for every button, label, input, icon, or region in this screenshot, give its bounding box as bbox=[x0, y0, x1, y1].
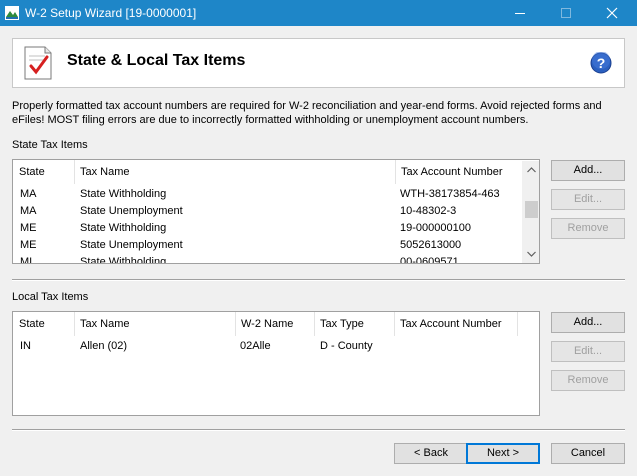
description-text: Properly formatted tax account numbers a… bbox=[12, 100, 602, 126]
tax-name-cell[interactable]: Allen (02) bbox=[80, 340, 127, 352]
app-logo-icon bbox=[5, 6, 19, 20]
next-button[interactable]: Next > bbox=[466, 443, 540, 464]
column-header-state[interactable]: State bbox=[13, 312, 75, 336]
state-remove-button[interactable]: Remove bbox=[551, 218, 625, 239]
state-cell[interactable]: MA bbox=[20, 205, 37, 217]
column-header-tax-account-number[interactable]: Tax Account Number bbox=[394, 312, 518, 336]
scroll-down-icon[interactable] bbox=[527, 251, 536, 257]
close-icon bbox=[606, 7, 618, 19]
minimize-button[interactable] bbox=[497, 0, 543, 26]
state-cell[interactable]: ME bbox=[20, 239, 37, 251]
state-cell[interactable]: ME bbox=[20, 222, 37, 234]
checklist-icon bbox=[24, 46, 52, 80]
back-button[interactable]: < Back bbox=[394, 443, 468, 464]
column-header-tax-name[interactable]: Tax Name bbox=[74, 312, 236, 336]
vertical-scrollbar[interactable] bbox=[522, 161, 539, 263]
local-tax-items-label: Local Tax Items bbox=[12, 291, 89, 303]
tax-name-cell[interactable]: State Unemployment bbox=[80, 205, 183, 217]
window-title: W-2 Setup Wizard [19-0000001] bbox=[25, 6, 197, 20]
column-header-tax-type[interactable]: Tax Type bbox=[314, 312, 395, 336]
scroll-up-icon[interactable] bbox=[527, 167, 536, 173]
column-divider[interactable] bbox=[517, 312, 518, 336]
tax-account-cell[interactable]: 19-000000100 bbox=[400, 222, 471, 234]
divider bbox=[12, 279, 625, 281]
tax-type-cell[interactable]: D - County bbox=[320, 340, 373, 352]
tax-account-cell[interactable]: 5052613000 bbox=[400, 239, 461, 251]
local-remove-button[interactable]: Remove bbox=[551, 370, 625, 391]
scrollbar-thumb[interactable] bbox=[525, 201, 538, 218]
svg-text:?: ? bbox=[597, 55, 606, 71]
tax-account-cell[interactable]: 00-0609571 bbox=[400, 256, 459, 263]
tax-name-cell[interactable]: State Withholding bbox=[80, 188, 166, 200]
divider bbox=[12, 429, 625, 431]
maximize-button[interactable] bbox=[543, 0, 589, 26]
close-button[interactable] bbox=[589, 0, 635, 26]
tax-account-cell[interactable]: WTH-38173854-463 bbox=[400, 188, 500, 200]
column-header-tax-name[interactable]: Tax Name bbox=[74, 160, 396, 184]
page-title: State & Local Tax Items bbox=[67, 52, 246, 69]
column-header-tax-account-number[interactable]: Tax Account Number bbox=[395, 160, 523, 184]
local-tax-items-list[interactable]: State Tax Name W-2 Name Tax Type Tax Acc… bbox=[12, 311, 540, 416]
state-tax-items-label: State Tax Items bbox=[12, 139, 88, 151]
tax-name-cell[interactable]: State Withholding bbox=[80, 256, 166, 263]
minimize-icon bbox=[515, 13, 525, 14]
help-icon[interactable]: ? bbox=[590, 52, 612, 74]
column-header-w2-name[interactable]: W-2 Name bbox=[235, 312, 315, 336]
local-add-button[interactable]: Add... bbox=[551, 312, 625, 333]
column-header-state[interactable]: State bbox=[13, 160, 75, 184]
cancel-button[interactable]: Cancel bbox=[551, 443, 625, 464]
state-add-button[interactable]: Add... bbox=[551, 160, 625, 181]
maximize-icon bbox=[561, 8, 571, 18]
state-tax-items-list[interactable]: State Tax Name Tax Account Number MA Sta… bbox=[12, 159, 540, 264]
w2-name-cell[interactable]: 02Alle bbox=[240, 340, 271, 352]
local-edit-button[interactable]: Edit... bbox=[551, 341, 625, 362]
tax-name-cell[interactable]: State Unemployment bbox=[80, 239, 183, 251]
tax-name-cell[interactable]: State Withholding bbox=[80, 222, 166, 234]
state-cell[interactable]: IN bbox=[20, 340, 31, 352]
state-cell[interactable]: MA bbox=[20, 188, 37, 200]
wizard-header: State & Local Tax Items ? bbox=[12, 38, 625, 88]
tax-account-cell[interactable]: 10-48302-3 bbox=[400, 205, 456, 217]
state-edit-button[interactable]: Edit... bbox=[551, 189, 625, 210]
state-cell[interactable]: MI bbox=[20, 256, 32, 263]
window-titlebar[interactable]: W-2 Setup Wizard [19-0000001] bbox=[0, 0, 637, 26]
